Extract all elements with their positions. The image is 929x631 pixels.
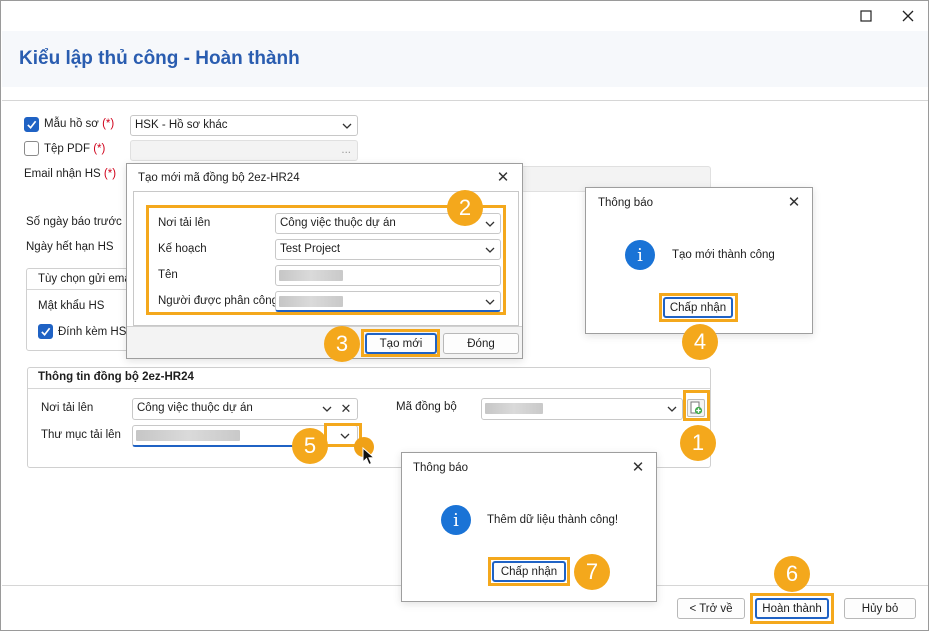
- browse-dots: ...: [341, 144, 351, 156]
- sync-noi-tai-len-select[interactable]: Công việc thuộc dự án ✕: [132, 398, 358, 420]
- info-icon: i: [625, 240, 655, 270]
- close-icon: [902, 10, 914, 22]
- close-window-button[interactable]: [893, 3, 923, 29]
- close-dialog-button[interactable]: ✕: [493, 167, 513, 187]
- tep-pdf-checkbox[interactable]: [24, 141, 39, 156]
- highlight-notice1-ok: [659, 293, 738, 322]
- redacted-value: [485, 403, 543, 414]
- mau-ho-so-checkbox[interactable]: [24, 117, 39, 132]
- highlight-dialog-fields: [146, 205, 506, 315]
- main-window: Kiểu lập thủ công - Hoàn thành Mẫu hồ sơ…: [0, 0, 929, 631]
- cancel-button[interactable]: Hủy bỏ: [844, 598, 916, 619]
- mau-ho-so-select[interactable]: HSK - Hồ sơ khác: [130, 115, 358, 136]
- check-icon: [41, 327, 51, 336]
- redacted-value: [136, 430, 240, 441]
- mouse-cursor-icon: [362, 447, 375, 466]
- so-ngay-label: Số ngày báo trước: [26, 216, 122, 228]
- chevron-down-icon[interactable]: [664, 399, 680, 418]
- page-title: Kiểu lập thủ công - Hoàn thành: [19, 48, 300, 69]
- dinh-kem-label: Đính kèm HS: [58, 326, 127, 338]
- tuy-chon-label: Tùy chọn gửi ema: [38, 273, 131, 285]
- highlight-add-button: [683, 390, 710, 421]
- highlight-create: [361, 329, 440, 357]
- step-badge-4: 4: [682, 324, 718, 360]
- info-icon: i: [441, 505, 471, 535]
- step-badge-2: 2: [447, 190, 483, 226]
- notice2-title: Thông báo: [413, 462, 468, 474]
- sync-group-title: Thông tin đồng bộ 2ez-HR24: [38, 371, 194, 383]
- tep-pdf-field: ...: [130, 140, 358, 161]
- highlight-notice2-ok: [488, 557, 570, 586]
- title-bar: [1, 1, 928, 31]
- mat-khau-label: Mật khẩu HS: [38, 300, 105, 312]
- highlight-finish: [750, 593, 834, 624]
- email-label: Email nhận HS (*): [24, 168, 117, 180]
- clear-icon[interactable]: ✕: [338, 399, 354, 418]
- ma-dong-bo-select[interactable]: [481, 398, 683, 420]
- step-badge-3: 3: [324, 326, 360, 362]
- maximize-icon: [860, 10, 872, 22]
- notice1-message: Tạo mới thành công: [672, 249, 775, 261]
- close-notice-button[interactable]: ✕: [784, 192, 804, 212]
- back-button[interactable]: < Trở về: [677, 598, 745, 619]
- mau-ho-so-value: HSK - Hồ sơ khác: [135, 119, 228, 131]
- step-badge-5: 5: [292, 428, 328, 464]
- sync-noi-tai-len-value: Công việc thuộc dự án: [137, 402, 253, 414]
- tep-pdf-label: Tệp PDF (*): [44, 143, 106, 155]
- header-divider: [2, 100, 928, 101]
- chevron-down-icon: [339, 116, 355, 135]
- sync-noi-tai-len-label: Nơi tải lên: [41, 402, 94, 414]
- notice1-title: Thông báo: [598, 197, 653, 209]
- ngay-het-han-label: Ngày hết hạn HS: [26, 241, 114, 253]
- step-badge-7: 7: [574, 554, 610, 590]
- chevron-down-icon[interactable]: [319, 399, 335, 418]
- ma-dong-bo-label: Mã đồng bộ: [396, 401, 457, 413]
- mau-ho-so-label: Mẫu hồ sơ (*): [44, 118, 115, 130]
- dinh-kem-checkbox[interactable]: [38, 324, 53, 339]
- step-badge-1: 1: [680, 425, 716, 461]
- close-button[interactable]: Đóng: [443, 333, 519, 354]
- create-dialog-title: Tạo mới mã đồng bộ 2ez-HR24: [138, 172, 300, 184]
- check-icon: [27, 120, 37, 129]
- notice2-message: Thêm dữ liệu thành công!: [487, 514, 619, 526]
- thu-muc-label: Thư mục tải lên: [41, 429, 121, 441]
- step-badge-6: 6: [774, 556, 810, 592]
- close-notice-button[interactable]: ✕: [628, 457, 648, 477]
- maximize-button[interactable]: [851, 3, 881, 29]
